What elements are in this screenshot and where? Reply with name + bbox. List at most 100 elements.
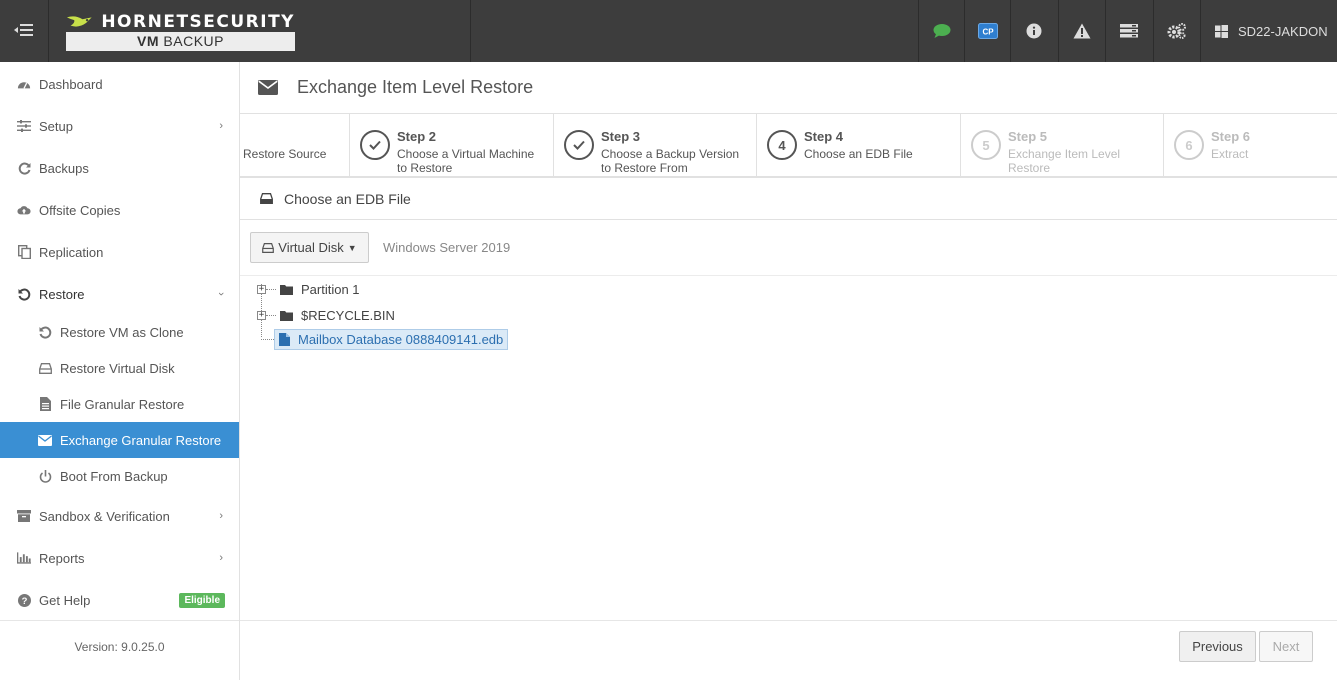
settings-icon xyxy=(1167,23,1186,39)
hornet-logo-icon xyxy=(66,16,92,27)
chevron-down-icon: › xyxy=(215,292,228,296)
sidebar-item-exchange-granular-restore[interactable]: Exchange Granular Restore xyxy=(0,422,239,458)
virtual-disk-dropdown[interactable]: Virtual Disk ▼ xyxy=(250,232,369,263)
server-list-icon xyxy=(1119,24,1138,38)
chat-icon xyxy=(933,24,950,38)
sidebar-item-label: Backups xyxy=(39,160,89,176)
sidebar-item-dashboard[interactable]: Dashboard xyxy=(0,66,239,102)
tree-node-label: $RECYCLE.BIN xyxy=(301,307,395,323)
undo-icon xyxy=(17,287,31,301)
sidebar-item-setup[interactable]: Setup › xyxy=(0,108,239,144)
sidebar-item-file-granular-restore[interactable]: File Granular Restore xyxy=(0,386,239,422)
tree-node-label: Mailbox Database 0888409141.edb xyxy=(298,331,504,347)
host-menu[interactable]: SD22-JAKDON xyxy=(1200,0,1337,62)
step-title: Step 3 xyxy=(601,129,641,144)
previous-button[interactable]: Previous xyxy=(1179,631,1256,662)
eligible-badge: Eligible xyxy=(179,593,225,608)
next-button[interactable]: Next xyxy=(1259,631,1313,662)
sidebar-item-restore-virtual-disk[interactable]: Restore Virtual Disk xyxy=(0,350,239,386)
expand-icon[interactable]: + xyxy=(257,284,266,294)
sidebar-item-backups[interactable]: Backups xyxy=(0,150,239,186)
power-icon xyxy=(38,469,52,483)
step-number: 4 xyxy=(767,130,797,160)
page-title: Exchange Item Level Restore xyxy=(297,77,534,97)
sidebar-item-label: Sandbox & Verification xyxy=(39,508,170,524)
tree-node[interactable]: + $RECYCLE.BIN xyxy=(257,303,399,327)
envelope-icon xyxy=(258,80,278,95)
question-icon: ? xyxy=(17,593,31,607)
section-header: Choose an EDB File xyxy=(240,178,1337,220)
disk-toolbar: Virtual Disk ▼ Windows Server 2019 xyxy=(240,220,1337,276)
sidebar-item-replication[interactable]: Replication xyxy=(0,234,239,270)
folder-icon xyxy=(280,284,293,295)
wizard-steps: Restore Source Step 2 Choose a Virtual M… xyxy=(240,114,1337,178)
archive-icon xyxy=(17,509,31,523)
step-title: Step 4 xyxy=(804,129,844,144)
chat-button[interactable] xyxy=(918,0,964,62)
cloud-upload-icon xyxy=(17,203,31,217)
bar-chart-icon xyxy=(17,551,31,565)
version-label: Version: 9.0.25.0 xyxy=(0,620,239,680)
cp-button[interactable]: CP xyxy=(964,0,1010,62)
check-icon xyxy=(564,130,594,160)
step-description: Choose a Virtual Machine to Restore xyxy=(397,147,535,175)
sidebar-item-label: Restore VM as Clone xyxy=(60,324,184,340)
step-title: Step 2 xyxy=(397,129,437,144)
tree-node[interactable]: + Partition 1 xyxy=(257,277,364,301)
hdd-icon xyxy=(38,361,52,375)
sidebar-toggle-icon xyxy=(14,24,33,36)
copy-icon xyxy=(17,245,31,259)
step-description: Choose a Backup Version to Restore From xyxy=(601,147,740,175)
svg-text:CP: CP xyxy=(982,28,994,37)
info-button[interactable] xyxy=(1010,0,1056,62)
sidebar-item-boot-from-backup[interactable]: Boot From Backup xyxy=(0,458,239,494)
envelope-icon xyxy=(38,433,52,447)
sidebar-item-label: Restore xyxy=(39,286,85,302)
wizard-step-1[interactable]: Restore Source xyxy=(240,114,350,176)
wizard-step-2[interactable]: Step 2 Choose a Virtual Machine to Resto… xyxy=(350,114,554,176)
tree-node-selected[interactable]: Mailbox Database 0888409141.edb xyxy=(257,327,509,351)
main-content: Exchange Item Level Restore Restore Sour… xyxy=(240,62,1337,680)
sidebar-item-offsite-copies[interactable]: Offsite Copies xyxy=(0,192,239,228)
windows-icon xyxy=(1215,24,1228,38)
sidebar-item-label: Boot From Backup xyxy=(60,468,168,484)
wizard-footer: Previous Next xyxy=(240,620,1337,680)
step-description: Exchange Item Level Restore xyxy=(1008,147,1121,175)
hdd-icon xyxy=(260,193,273,204)
sidebar-item-sandbox-verification[interactable]: Sandbox & Verification › xyxy=(0,498,239,534)
dashboard-icon xyxy=(17,77,31,91)
brand-product: VM BACKUP xyxy=(66,32,295,51)
step-title: Step 5 xyxy=(1008,129,1048,144)
sidebar-item-label: Restore Virtual Disk xyxy=(60,360,175,376)
wizard-step-3[interactable]: Step 3 Choose a Backup Version to Restor… xyxy=(554,114,757,176)
sidebar-toggle-button[interactable] xyxy=(0,0,48,62)
step-description: Extract xyxy=(1211,147,1249,161)
sidebar-item-restore-vm-as-clone[interactable]: Restore VM as Clone xyxy=(0,314,239,350)
warning-button[interactable] xyxy=(1058,0,1104,62)
sidebar-item-reports[interactable]: Reports › xyxy=(0,540,239,576)
step-number: 6 xyxy=(1174,130,1204,160)
step-title: Step 6 xyxy=(1211,129,1251,144)
expand-icon[interactable]: + xyxy=(257,310,266,320)
top-bar: HORNETSECURITY VM BACKUP CP SD22-JAKDON xyxy=(0,0,1337,62)
chevron-right-icon: › xyxy=(219,120,223,132)
brand-logo[interactable]: HORNETSECURITY VM BACKUP xyxy=(66,12,295,51)
wizard-step-4[interactable]: 4 Step 4 Choose an EDB File xyxy=(757,114,961,176)
info-icon xyxy=(1026,23,1041,39)
virtual-disk-label: Virtual Disk xyxy=(278,240,344,255)
sidebar-item-label: Dashboard xyxy=(39,76,103,92)
sidebar-item-get-help[interactable]: ? Get Help Eligible xyxy=(0,582,239,618)
server-list-button[interactable] xyxy=(1105,0,1151,62)
settings-button[interactable] xyxy=(1153,0,1199,62)
sidebar-item-label: Offsite Copies xyxy=(39,202,121,218)
caret-down-icon: ▼ xyxy=(347,242,357,253)
sidebar-item-restore[interactable]: Restore › xyxy=(0,276,239,312)
host-name: SD22-JAKDON xyxy=(1238,23,1328,39)
wizard-step-6: 6 Step 6 Extract xyxy=(1164,114,1337,176)
undo-icon xyxy=(38,325,52,339)
file-icon xyxy=(279,332,290,346)
sidebar: Dashboard Setup › Backups Offsite Copies… xyxy=(0,62,240,680)
brand-name: HORNETSECURITY xyxy=(101,12,295,32)
step-description: Choose an EDB File xyxy=(804,147,913,161)
file-tree: + Partition 1 + $RECYCLE.BIN Mailbox Dat… xyxy=(240,276,1337,620)
